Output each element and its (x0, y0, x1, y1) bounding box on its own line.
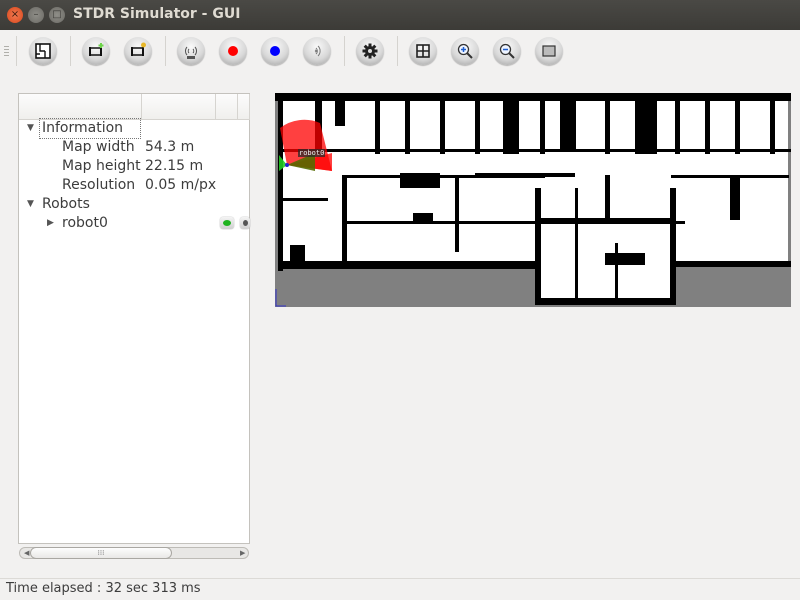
info-tree-panel[interactable]: ▼ Information Map width 54.3 m Map heigh… (18, 93, 250, 544)
load-robot-button[interactable] (124, 37, 152, 65)
close-window-button[interactable]: × (7, 7, 23, 23)
minimize-window-button[interactable]: – (28, 7, 44, 23)
grid-icon (416, 44, 430, 58)
zoom-out-icon (499, 43, 515, 59)
map-view[interactable]: robot0 (275, 93, 791, 307)
toolbar-grip[interactable] (4, 46, 9, 56)
expanded-arrow-icon[interactable]: ▼ (27, 195, 34, 214)
robot-add-icon (89, 43, 104, 56)
red-dot-icon (228, 46, 238, 56)
robot-load-icon (131, 42, 146, 56)
zoom-in-button[interactable] (451, 37, 479, 65)
toolbar-separator (344, 36, 345, 66)
rectangle-icon (542, 45, 556, 57)
scroll-right-icon[interactable]: ▶ (240, 547, 245, 559)
time-elapsed-text: Time elapsed : 32 sec 313 ms (6, 581, 201, 596)
maximize-window-button[interactable]: □ (49, 7, 65, 23)
add-rfid-button[interactable] (177, 37, 205, 65)
collapsed-arrow-icon[interactable]: ▶ (47, 214, 54, 233)
robot-label: robot0 (62, 215, 108, 231)
rfid-icon (185, 46, 197, 59)
visibility-toggle-button[interactable] (220, 217, 234, 229)
info-row-resolution: Resolution (62, 176, 135, 195)
add-thermal-source-button[interactable] (261, 37, 289, 65)
blue-dot-icon (270, 46, 280, 56)
green-eye-icon (223, 220, 231, 226)
laser-visibility-toggle-button[interactable] (240, 217, 250, 229)
scroll-left-icon[interactable]: ◀ (24, 547, 29, 559)
toolbar (0, 30, 800, 72)
information-label: Information (39, 118, 141, 139)
tree-header-column[interactable] (142, 94, 216, 120)
map-icon (35, 43, 51, 59)
minimize-icon: – (33, 9, 39, 20)
expanded-arrow-icon[interactable]: ▼ (27, 119, 34, 138)
scrollbar-thumb[interactable]: ⁞⁞⁞ (30, 547, 172, 559)
sound-icon (314, 45, 321, 57)
info-row-map-height: Map height (62, 157, 141, 176)
grid-button[interactable] (409, 37, 437, 65)
robot0-marker[interactable] (285, 163, 289, 167)
add-robot-button[interactable] (82, 37, 110, 65)
add-co2-source-button[interactable] (219, 37, 247, 65)
window-title: STDR Simulator - GUI (73, 6, 241, 22)
status-bar: Time elapsed : 32 sec 313 ms (0, 578, 800, 600)
close-icon: × (10, 9, 20, 20)
title-bar: × – □ STDR Simulator - GUI (0, 0, 800, 30)
toolbar-separator (165, 36, 166, 66)
toolbar-separator (16, 36, 17, 66)
toolbar-separator (70, 36, 71, 66)
add-sound-source-button[interactable] (303, 37, 331, 65)
tree-horizontal-scrollbar[interactable]: ◀ ⁞⁞⁞ ▶ (18, 545, 250, 561)
properties-button[interactable] (356, 37, 384, 65)
tree-header-column[interactable] (216, 94, 238, 120)
load-map-button[interactable] (29, 37, 57, 65)
tree-header-column[interactable] (238, 94, 250, 120)
tree-header (19, 94, 250, 120)
zoom-in-icon (457, 43, 473, 59)
gear-icon (362, 43, 378, 59)
info-value: 0.05 m/px (145, 177, 217, 193)
toolbar-separator (397, 36, 398, 66)
info-key: Resolution (62, 177, 136, 193)
info-value: 54.3 m (145, 139, 195, 155)
occupancy-map[interactable] (275, 93, 791, 307)
zoom-out-button[interactable] (493, 37, 521, 65)
tree-header-column[interactable] (19, 94, 142, 120)
robot0-label: robot0 (298, 149, 326, 157)
info-row-map-width: Map width (62, 138, 135, 157)
gray-eye-icon (243, 220, 248, 226)
origin-axes (275, 289, 286, 307)
robots-label: Robots (42, 196, 90, 212)
info-key: Map height (62, 158, 141, 174)
tree-item-robot0[interactable]: ▶ robot0 (47, 214, 247, 233)
free-space (278, 96, 788, 305)
info-value: 22.15 m (145, 158, 204, 174)
info-key: Map width (62, 139, 135, 155)
maximize-icon: □ (52, 9, 62, 20)
fit-view-button[interactable] (535, 37, 563, 65)
